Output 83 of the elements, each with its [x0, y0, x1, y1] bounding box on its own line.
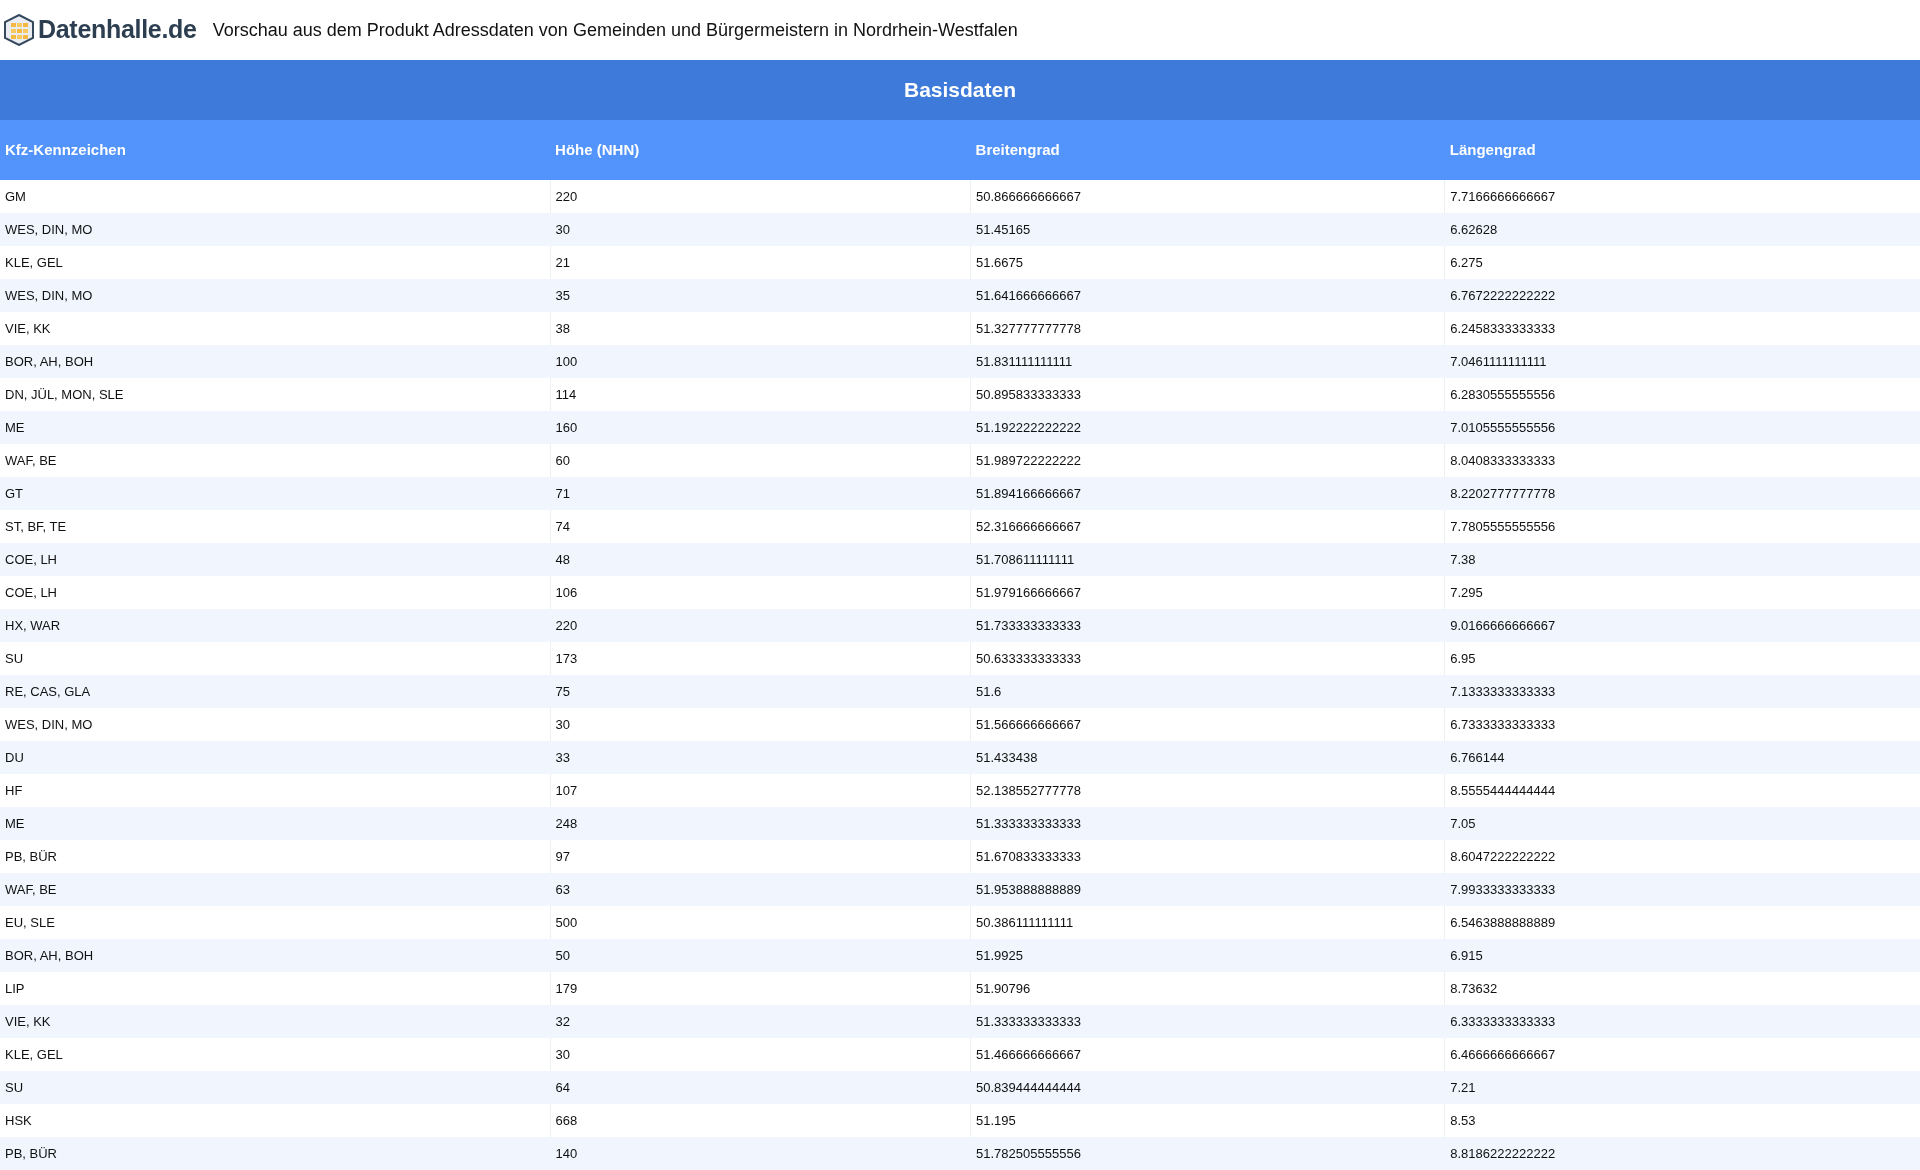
- table-cell: 64: [550, 1071, 971, 1104]
- table-cell: 71: [550, 477, 971, 510]
- table-cell: RE, CAS, GLA: [0, 675, 551, 708]
- table-cell: WAF, BE: [0, 444, 551, 477]
- page-title: Vorschau aus dem Produkt Adressdaten von Gemeinden und Bürgermeistern in Nordrhein-Westfalen: [212, 18, 1018, 42]
- table-cell: WES, DIN, MO: [0, 708, 551, 741]
- table-cell: 35: [550, 279, 971, 312]
- column-header: Höhe (NHN): [550, 120, 971, 180]
- table-cell: 6.915: [1444, 939, 1920, 972]
- table-cell: ME: [0, 807, 551, 840]
- table-cell: VIE, KK: [0, 1005, 551, 1038]
- table-cell: 7.0105555555556: [1444, 411, 1920, 444]
- table-cell: ME: [0, 411, 551, 444]
- logo-text[interactable]: Datenhalle.de: [38, 11, 197, 49]
- table-cell: 48: [550, 543, 971, 576]
- table-cell: 51.333333333333: [970, 1005, 1445, 1038]
- table-cell: 51.6: [970, 675, 1445, 708]
- table-cell: 9.0166666666667: [1444, 609, 1920, 642]
- table-cell: 51.831111111111: [970, 345, 1445, 378]
- table-cell: 7.1333333333333: [1444, 675, 1920, 708]
- table-cell: 7.21: [1444, 1071, 1920, 1104]
- table-cell: WAF, BE: [0, 873, 551, 906]
- table-cell: 7.05: [1444, 807, 1920, 840]
- table-cell: 51.953888888889: [970, 873, 1445, 906]
- table-cell: COE, LH: [0, 543, 551, 576]
- table-cell: 7.0461111111111: [1444, 345, 1920, 378]
- table-cell: BOR, AH, BOH: [0, 939, 551, 972]
- table-cell: 51.782505555556: [970, 1137, 1445, 1170]
- table-cell: DN, JÜL, MON, SLE: [0, 378, 551, 411]
- logo-icon: [4, 14, 34, 46]
- table-cell: 140: [550, 1137, 971, 1170]
- table-cell: 100: [550, 345, 971, 378]
- table-cell: BOR, AH, BOH: [0, 345, 551, 378]
- table-cell: 50.839444444444: [970, 1071, 1445, 1104]
- table-cell: 50: [550, 939, 971, 972]
- table-cell: 51.192222222222: [970, 411, 1445, 444]
- table-cell: HF: [0, 774, 551, 807]
- table-cell: 33: [550, 741, 971, 774]
- column-header: Längengrad: [1444, 120, 1920, 180]
- table-cell: 51.733333333333: [970, 609, 1445, 642]
- table-cell: 248: [550, 807, 971, 840]
- table-cell: GT: [0, 477, 551, 510]
- table-cell: 51.708611111111: [970, 543, 1445, 576]
- table-cell: 7.9933333333333: [1444, 873, 1920, 906]
- table-cell: 51.433438: [970, 741, 1445, 774]
- table-cell: 6.7672222222222: [1444, 279, 1920, 312]
- column-header: Kfz-Kennzeichen: [0, 120, 551, 180]
- table-cell: WES, DIN, MO: [0, 213, 551, 246]
- table-cell: 32: [550, 1005, 971, 1038]
- table-cell: GM: [0, 180, 551, 213]
- column-header: Breitengrad: [970, 120, 1445, 180]
- table-cell: EU, SLE: [0, 906, 551, 939]
- table-cell: 63: [550, 873, 971, 906]
- table-cell: 75: [550, 675, 971, 708]
- table-cell: WES, DIN, MO: [0, 279, 551, 312]
- table-cell: KLE, GEL: [0, 1038, 551, 1071]
- table-cell: 6.62628: [1444, 213, 1920, 246]
- table-cell: 220: [550, 609, 971, 642]
- table-cell: 51.9925: [970, 939, 1445, 972]
- table-cell: 7.38: [1444, 543, 1920, 576]
- table-group-header: Basisdaten: [0, 60, 1920, 120]
- table-cell: HSK: [0, 1104, 551, 1137]
- table-cell: 8.8186222222222: [1444, 1137, 1920, 1170]
- table-cell: SU: [0, 642, 551, 675]
- table-cell: VIE, KK: [0, 312, 551, 345]
- table-cell: 160: [550, 411, 971, 444]
- table-cell: 30: [550, 213, 971, 246]
- table-cell: 8.2202777777778: [1444, 477, 1920, 510]
- table-cell: PB, BÜR: [0, 1137, 551, 1170]
- table-cell: DU: [0, 741, 551, 774]
- table-cell: 51.641666666667: [970, 279, 1445, 312]
- table-cell: 51.45165: [970, 213, 1445, 246]
- table-cell: SU: [0, 1071, 551, 1104]
- table-cell: COE, LH: [0, 576, 551, 609]
- table-cell: ST, BF, TE: [0, 510, 551, 543]
- table-cell: LIP: [0, 972, 551, 1005]
- table-cell: PB, BÜR: [0, 840, 551, 873]
- table-cell: 51.894166666667: [970, 477, 1445, 510]
- table-cell: HX, WAR: [0, 609, 551, 642]
- table-cell: 51.333333333333: [970, 807, 1445, 840]
- table-cell: 6.3333333333333: [1444, 1005, 1920, 1038]
- table-cell: 6.766144: [1444, 741, 1920, 774]
- table-cell: KLE, GEL: [0, 246, 551, 279]
